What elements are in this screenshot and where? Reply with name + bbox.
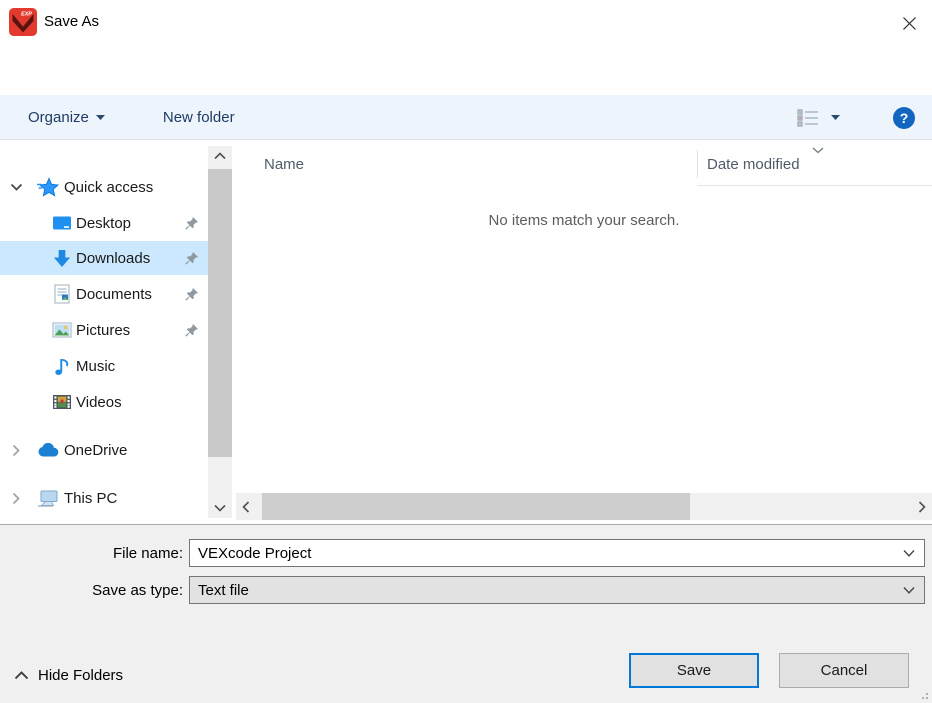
pin-icon <box>184 216 199 231</box>
column-header-name[interactable]: Name <box>264 150 304 178</box>
quick-access-star-icon <box>36 177 60 197</box>
help-button[interactable]: ? <box>892 106 916 130</box>
sidebar-item-label: Music <box>76 358 115 375</box>
chevron-up-icon <box>14 671 29 680</box>
resize-grip[interactable] <box>919 690 929 700</box>
chevron-right-icon <box>918 501 926 513</box>
sidebar-item-music[interactable]: Music <box>0 349 208 383</box>
caret-down-icon <box>831 115 840 120</box>
pin-icon <box>184 323 199 338</box>
vexcode-app-icon: EXP <box>9 8 37 36</box>
cancel-button[interactable]: Cancel <box>779 653 909 688</box>
help-icon: ? <box>892 106 916 130</box>
new-folder-label: New folder <box>163 109 235 126</box>
sidebar-item-label: Pictures <box>76 322 130 339</box>
documents-icon <box>50 284 74 304</box>
sidebar-item-documents[interactable]: Documents <box>0 277 208 311</box>
new-folder-button[interactable]: New folder <box>163 109 235 126</box>
column-divider[interactable] <box>697 150 698 178</box>
header-underline <box>697 185 932 186</box>
file-name-input[interactable]: VEXcode Project <box>189 539 925 567</box>
expand-chevron-icon[interactable] <box>8 183 24 192</box>
music-icon <box>50 357 74 376</box>
sidebar-item-videos[interactable]: Videos <box>0 385 208 419</box>
sidebar-item-label: This PC <box>64 490 117 507</box>
scroll-down-button[interactable] <box>208 498 232 518</box>
save-as-type-label: Save as type: <box>0 582 183 599</box>
sidebar-item-desktop[interactable]: Desktop <box>0 206 208 240</box>
downloads-icon <box>50 249 74 268</box>
chevron-up-icon <box>214 152 226 160</box>
chevron-down-icon[interactable] <box>903 587 924 594</box>
svg-text:EXP: EXP <box>21 12 32 18</box>
save-as-dialog: EXP Save As <box>0 0 932 703</box>
command-toolbar: Organize New folder <box>0 95 932 140</box>
bottom-panel: File name: VEXcode Project Save as type:… <box>0 524 932 703</box>
pin-icon <box>184 251 199 266</box>
details-view-icon <box>797 109 819 127</box>
videos-icon <box>50 394 74 410</box>
navigation-bar: This PC Downloads Search Downloads <box>0 45 932 95</box>
sidebar-scrollbar[interactable] <box>208 146 232 518</box>
toolbar-right-group: ? <box>797 95 932 140</box>
title-bar: EXP Save As <box>0 0 932 45</box>
scroll-up-button[interactable] <box>208 146 232 166</box>
desktop-icon <box>50 215 74 232</box>
file-name-label: File name: <box>0 545 183 562</box>
sidebar-item-label: Videos <box>76 394 122 411</box>
collapse-chevron-icon[interactable] <box>8 444 24 457</box>
close-button[interactable] <box>898 12 920 34</box>
hide-folders-button[interactable]: Hide Folders <box>14 667 123 684</box>
this-pc-icon <box>36 489 60 507</box>
pin-icon <box>184 287 199 302</box>
change-view-button[interactable] <box>797 109 840 127</box>
sidebar-item-label: Documents <box>76 286 152 303</box>
sidebar-item-label: OneDrive <box>64 442 127 459</box>
sidebar-item-onedrive[interactable]: OneDrive <box>0 433 208 467</box>
onedrive-icon <box>36 443 60 457</box>
navigation-pane: Quick access Desktop Downloads <box>0 140 208 524</box>
scroll-right-button[interactable] <box>912 493 932 520</box>
sidebar-item-label: Downloads <box>76 250 150 267</box>
sidebar-item-quick-access[interactable]: Quick access <box>0 170 208 204</box>
chevron-left-icon <box>242 501 250 513</box>
file-list: Name Date modified No items match your s… <box>236 140 932 524</box>
svg-text:?: ? <box>900 110 909 126</box>
file-name-value: VEXcode Project <box>190 545 903 562</box>
sort-indicator-icon <box>812 141 824 158</box>
organize-label: Organize <box>28 109 89 126</box>
chevron-down-icon[interactable] <box>903 550 924 557</box>
empty-folder-message: No items match your search. <box>236 212 932 229</box>
close-icon <box>902 16 917 31</box>
caret-down-icon <box>96 115 105 120</box>
sidebar-item-this-pc[interactable]: This PC <box>0 481 208 515</box>
horizontal-scrollbar[interactable] <box>236 493 932 520</box>
column-header-date-modified[interactable]: Date modified <box>707 150 800 178</box>
save-as-type-value: Text file <box>190 582 903 599</box>
chevron-down-icon <box>214 504 226 512</box>
hide-folders-label: Hide Folders <box>38 667 123 684</box>
content-area: Quick access Desktop Downloads <box>0 140 932 524</box>
scrollbar-thumb[interactable] <box>208 169 232 457</box>
scroll-left-button[interactable] <box>236 493 256 520</box>
collapse-chevron-icon[interactable] <box>8 492 24 505</box>
scrollbar-thumb[interactable] <box>262 493 690 520</box>
pictures-icon <box>50 322 74 338</box>
save-button[interactable]: Save <box>629 653 759 688</box>
organize-button[interactable]: Organize <box>28 109 105 126</box>
save-as-type-select[interactable]: Text file <box>189 576 925 604</box>
sidebar-item-label: Desktop <box>76 215 131 232</box>
sidebar-item-pictures[interactable]: Pictures <box>0 313 208 347</box>
window-title: Save As <box>44 13 99 30</box>
sidebar-item-downloads[interactable]: Downloads <box>0 241 208 275</box>
sidebar-item-label: Quick access <box>64 179 153 196</box>
